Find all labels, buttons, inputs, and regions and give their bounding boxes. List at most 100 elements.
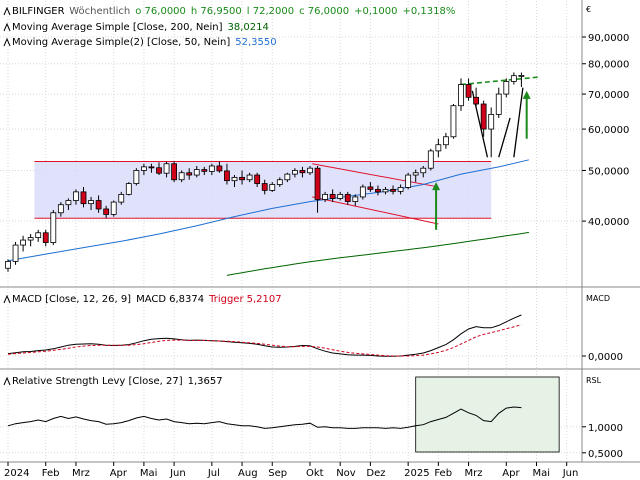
- candle-body: [450, 105, 457, 138]
- candle-body: [314, 167, 321, 200]
- chart-canvas: 90,0000 80,0000 70,0000 60,0000 50,0000 40,00…: [0, 0, 640, 480]
- candle-body: [344, 193, 351, 202]
- macd-value: 6,8374: [169, 294, 204, 305]
- change-pct: +0,1318%: [403, 6, 456, 17]
- candle-body: [518, 74, 525, 77]
- candle-body: [465, 84, 472, 98]
- candle-body: [473, 96, 480, 105]
- candle-body: [435, 144, 442, 152]
- x-tick-label: Mrz: [72, 468, 90, 479]
- candle-body: [239, 176, 245, 181]
- candle-body: [405, 174, 412, 188]
- candle-body: [337, 193, 344, 199]
- rsl-legend: Relative Strength Levy [Close, 27] 1,3657: [3, 376, 223, 387]
- candle-body: [276, 179, 283, 185]
- candle-body: [291, 170, 298, 175]
- x-tick-label: Nov: [336, 468, 356, 479]
- candle-body: [125, 183, 132, 195]
- candle-body: [118, 193, 125, 203]
- x-tick-label: Dez: [366, 468, 385, 479]
- x-tick-label: Feb: [42, 468, 60, 479]
- candle-body: [201, 169, 208, 172]
- candle-body: [95, 200, 102, 210]
- candle-body: [503, 81, 510, 95]
- x-tick-label: Okt: [306, 468, 324, 479]
- candle-body: [35, 232, 42, 239]
- macd-name: MACD: [136, 294, 166, 305]
- candle-body: [110, 201, 117, 215]
- y-tick-label: 80,0000: [588, 60, 629, 71]
- ma50-label: Moving Average Simple(2) [Close, 50, Nei…: [12, 37, 230, 48]
- candle-body: [163, 163, 170, 174]
- x-tick-label: Jun: [169, 468, 186, 479]
- trigger-value: 5,2107: [247, 294, 282, 305]
- change-abs: +0,1000: [354, 6, 397, 17]
- candle-body: [246, 174, 253, 181]
- candle-body: [420, 167, 427, 174]
- y-tick-label: 1,0000: [588, 423, 623, 434]
- y-tick-label: 0,5000: [588, 449, 623, 460]
- candle-body: [27, 237, 34, 241]
- candle-body: [65, 200, 72, 206]
- candle-body: [390, 188, 396, 192]
- x-tick-label: Aug: [238, 468, 258, 479]
- rsl-title: Relative Strength Levy [Close, 27]: [12, 376, 183, 387]
- ohlc-low: l 72,2000: [247, 6, 294, 17]
- y-tick-label: 0,0000: [588, 352, 623, 363]
- x-tick-label: Feb: [434, 468, 452, 479]
- candle-body: [88, 200, 94, 205]
- candle-body: [352, 196, 359, 202]
- candle-body: [171, 163, 178, 181]
- candle-body: [216, 165, 223, 172]
- candle-body: [299, 170, 306, 174]
- macd-legend: MACD [Close, 12, 26, 9] MACD 6,8374 Trigger…: [3, 294, 282, 305]
- candle-body: [103, 208, 110, 215]
- candle-body: [488, 114, 495, 130]
- x-tick-label: Apr: [110, 468, 128, 479]
- candle-body: [20, 239, 27, 246]
- candle-body: [458, 84, 464, 107]
- currency-label: €: [586, 5, 591, 14]
- candle-body: [480, 103, 487, 130]
- candle-body: [269, 184, 276, 191]
- candle-body: [73, 191, 79, 201]
- candle-body: [5, 260, 11, 269]
- y-tick-label: 40,0000: [588, 217, 629, 228]
- candle-body: [382, 188, 389, 193]
- x-tick-label: Sep: [268, 468, 287, 479]
- ohlc-high: h 76,9500: [191, 6, 242, 17]
- candle-body: [12, 244, 19, 262]
- rsl-highlight-box: [415, 376, 560, 453]
- candle-body: [208, 165, 215, 172]
- candle-body: [307, 167, 313, 174]
- candle-body: [412, 172, 419, 176]
- candle-body: [397, 187, 404, 192]
- y-tick-label: 60,0000: [588, 125, 629, 136]
- svg-text:MACD [Close, 12, 26, 9]MACD6,8: MACD [Close, 12, 26, 9] MACD 6,8374 Trigger…: [12, 294, 282, 305]
- candle-body: [186, 172, 193, 176]
- y-tick-label: 90,0000: [588, 33, 629, 44]
- rsl-value: 1,3657: [188, 376, 223, 387]
- instrument-name: BILFINGER: [12, 6, 65, 17]
- candle-body: [375, 188, 381, 193]
- ma50-value: 52,3550: [235, 37, 276, 48]
- candle-body: [193, 169, 200, 176]
- rsl-axis-label: RSL: [586, 376, 602, 385]
- y-tick-label: 70,0000: [588, 90, 629, 101]
- macd-title: MACD [Close, 12, 26, 9]: [12, 294, 131, 305]
- x-tick-label: Mai: [533, 468, 551, 479]
- interval-label: Wöchentlich: [69, 6, 130, 17]
- x-tick-label: 2024: [4, 468, 29, 479]
- candle-body: [156, 167, 162, 174]
- svg-text:BILFINGERWöchentlicho 76,0000h: BILFINGER Wöchentlich o 76,0000 h 76,9500 l …: [12, 6, 455, 17]
- candle-body: [133, 170, 140, 184]
- ohlc-open: o 76,0000: [135, 6, 186, 17]
- candle-body: [510, 75, 517, 82]
- x-tick-label: Jul: [207, 468, 220, 479]
- candle-body: [42, 232, 49, 243]
- candle-body: [329, 193, 336, 199]
- macd-axis-label: MACD: [586, 294, 610, 303]
- candle-body: [427, 150, 434, 169]
- candle-body: [495, 93, 502, 115]
- candle-body: [322, 193, 329, 200]
